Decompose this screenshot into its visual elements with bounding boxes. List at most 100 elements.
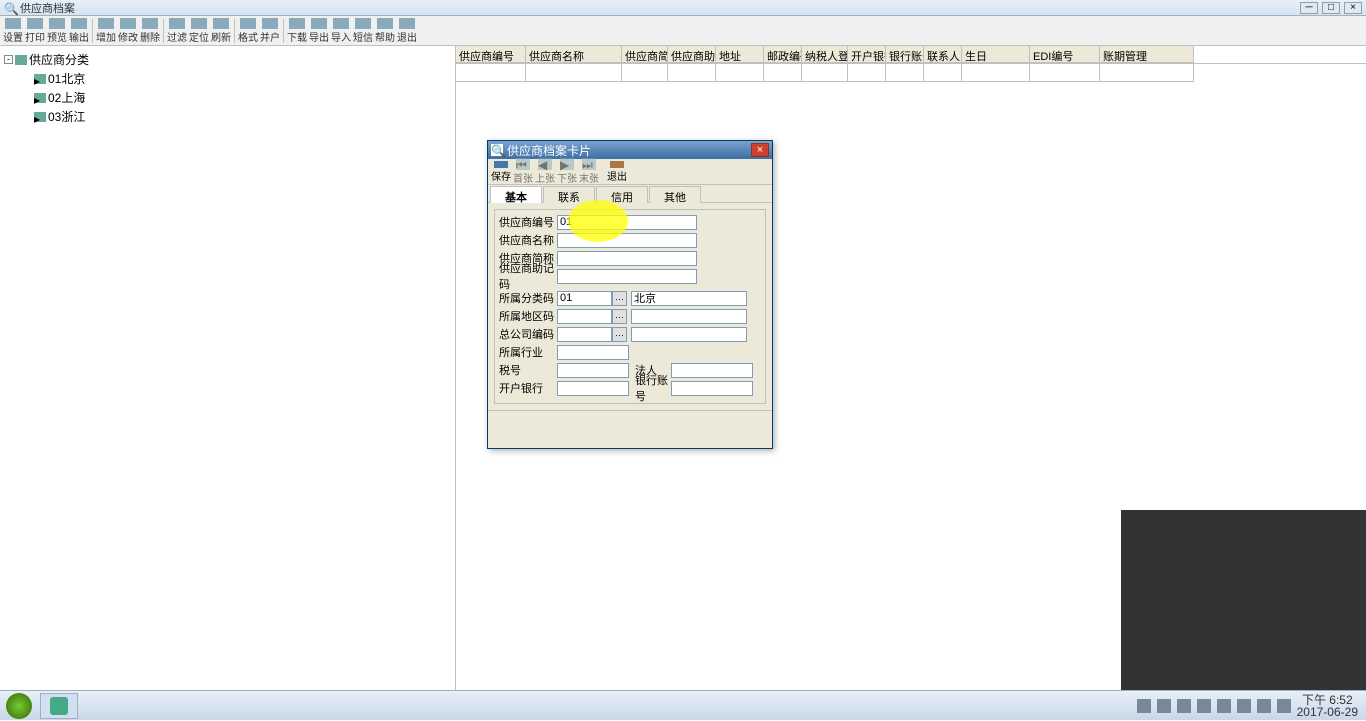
label-supplier-code: 供应商编号 bbox=[499, 214, 557, 230]
dialog-first-button: ⏮首张 bbox=[512, 160, 534, 184]
tool-format[interactable]: 格式 bbox=[237, 17, 259, 45]
input-bank[interactable] bbox=[557, 381, 629, 396]
grid-column-header[interactable]: EDI编号 bbox=[1030, 46, 1100, 63]
lookup-region-button[interactable]: … bbox=[612, 309, 627, 324]
tree-item-03[interactable]: ▸ 03浙江 bbox=[22, 107, 451, 126]
grid-column-header[interactable]: 生日 bbox=[962, 46, 1030, 63]
dialog-close-button[interactable]: × bbox=[751, 143, 769, 157]
input-supplier-short[interactable] bbox=[557, 251, 697, 266]
minimize-button[interactable]: ─ bbox=[1300, 2, 1318, 14]
tray-icon[interactable] bbox=[1177, 699, 1191, 713]
input-region-code[interactable] bbox=[557, 309, 612, 324]
grid-cell[interactable] bbox=[886, 64, 924, 82]
tree-item-01[interactable]: ▸ 01北京 bbox=[22, 69, 451, 88]
grid-cell[interactable] bbox=[924, 64, 962, 82]
grid-column-header[interactable]: 供应商助记 bbox=[668, 46, 716, 63]
tool-export[interactable]: 输出 bbox=[68, 17, 90, 45]
input-parent-code[interactable] bbox=[557, 327, 612, 342]
taskbar: 下午 6:52 2017-06-29 bbox=[0, 690, 1366, 720]
tool-refresh[interactable]: 刷新 bbox=[210, 17, 232, 45]
input-supplier-mnemonic[interactable] bbox=[557, 269, 697, 284]
grid-cell[interactable] bbox=[802, 64, 848, 82]
input-account[interactable] bbox=[671, 381, 753, 396]
taskbar-app[interactable] bbox=[40, 693, 78, 719]
tool-merge[interactable]: 并户 bbox=[259, 17, 281, 45]
grid-column-header[interactable]: 联系人 bbox=[924, 46, 962, 63]
tool-preview[interactable]: 预览 bbox=[46, 17, 68, 45]
label-account: 银行账号 bbox=[635, 372, 671, 404]
grid-cell[interactable] bbox=[1030, 64, 1100, 82]
label-category-code: 所属分类码 bbox=[499, 290, 557, 306]
grid-cell[interactable] bbox=[622, 64, 668, 82]
grid-column-header[interactable]: 银行账号 bbox=[886, 46, 924, 63]
input-supplier-code[interactable] bbox=[557, 215, 697, 230]
tray-icon[interactable] bbox=[1277, 699, 1291, 713]
grid-column-header[interactable]: 开户银行 bbox=[848, 46, 886, 63]
grid-cell[interactable] bbox=[848, 64, 886, 82]
dialog-titlebar[interactable]: 🔍 供应商档案卡片 × bbox=[488, 141, 772, 159]
dialog-toolbar: 保存 ⏮首张 ◀上张 ▶下张 ⏭末张 退出 bbox=[488, 159, 772, 185]
tray-icon[interactable] bbox=[1137, 699, 1151, 713]
tab-basic[interactable]: 基本 bbox=[490, 186, 542, 203]
tree-root[interactable]: - 供应商分类 bbox=[4, 50, 451, 69]
input-industry[interactable] bbox=[557, 345, 629, 360]
tool-out[interactable]: 导出 bbox=[308, 17, 330, 45]
tool-in[interactable]: 导入 bbox=[330, 17, 352, 45]
grid-header: 供应商编号供应商名称供应商简称供应商助记地址邮政编码纳税人登记开户银行银行账号联… bbox=[456, 46, 1366, 64]
tool-help[interactable]: 帮助 bbox=[374, 17, 396, 45]
tray-clock[interactable]: 下午 6:52 2017-06-29 bbox=[1297, 694, 1358, 718]
tray-icon[interactable] bbox=[1197, 699, 1211, 713]
input-supplier-name[interactable] bbox=[557, 233, 697, 248]
supplier-card-dialog: 🔍 供应商档案卡片 × 保存 ⏮首张 ◀上张 ▶下张 ⏭末张 退出 基本 联系 … bbox=[487, 140, 773, 449]
tool-add[interactable]: 增加 bbox=[95, 17, 117, 45]
close-button[interactable]: × bbox=[1344, 2, 1362, 14]
lookup-category-button[interactable]: … bbox=[612, 291, 627, 306]
tool-sms[interactable]: 短信 bbox=[352, 17, 374, 45]
grid-cell[interactable] bbox=[1100, 64, 1194, 82]
dialog-save-button[interactable]: 保存 bbox=[490, 160, 512, 184]
dialog-next-button: ▶下张 bbox=[556, 160, 578, 184]
tree-item-label: 02上海 bbox=[48, 89, 85, 106]
tab-other[interactable]: 其他 bbox=[649, 186, 701, 203]
tab-contact[interactable]: 联系 bbox=[543, 186, 595, 203]
tool-delete[interactable]: 删除 bbox=[139, 17, 161, 45]
grid-cell[interactable] bbox=[668, 64, 716, 82]
tray-icon[interactable] bbox=[1257, 699, 1271, 713]
grid-cell[interactable] bbox=[962, 64, 1030, 82]
tab-credit[interactable]: 信用 bbox=[596, 186, 648, 203]
tray-icon[interactable] bbox=[1237, 699, 1251, 713]
grid-cell[interactable] bbox=[764, 64, 802, 82]
app-titlebar: 🔍 供应商档案 ─ □ × bbox=[0, 0, 1366, 16]
grid-cell[interactable] bbox=[716, 64, 764, 82]
start-button[interactable] bbox=[0, 691, 38, 721]
leaf-icon: ▸ bbox=[34, 112, 46, 122]
label-industry: 所属行业 bbox=[499, 344, 557, 360]
tool-settings[interactable]: 设置 bbox=[2, 17, 24, 45]
grid-cell[interactable] bbox=[526, 64, 622, 82]
grid-cell[interactable] bbox=[456, 64, 526, 82]
grid-column-header[interactable]: 供应商名称 bbox=[526, 46, 622, 63]
dialog-last-button: ⏭末张 bbox=[578, 160, 600, 184]
tool-download[interactable]: 下载 bbox=[286, 17, 308, 45]
tray-icon[interactable] bbox=[1217, 699, 1231, 713]
maximize-button[interactable]: □ bbox=[1322, 2, 1340, 14]
input-legal[interactable] bbox=[671, 363, 753, 378]
grid-column-header[interactable]: 地址 bbox=[716, 46, 764, 63]
tree-item-02[interactable]: ▸ 02上海 bbox=[22, 88, 451, 107]
tree-toggle-icon[interactable]: - bbox=[4, 55, 13, 64]
dialog-exit-button[interactable]: 退出 bbox=[606, 160, 628, 184]
input-tax[interactable] bbox=[557, 363, 629, 378]
grid-column-header[interactable]: 供应商简称 bbox=[622, 46, 668, 63]
tray-icon[interactable] bbox=[1157, 699, 1171, 713]
tool-filter[interactable]: 过滤 bbox=[166, 17, 188, 45]
lookup-parent-button[interactable]: … bbox=[612, 327, 627, 342]
tool-exit[interactable]: 退出 bbox=[396, 17, 418, 45]
grid-column-header[interactable]: 纳税人登记 bbox=[802, 46, 848, 63]
grid-column-header[interactable]: 邮政编码 bbox=[764, 46, 802, 63]
tool-print[interactable]: 打印 bbox=[24, 17, 46, 45]
grid-column-header[interactable]: 账期管理 bbox=[1100, 46, 1194, 63]
tool-locate[interactable]: 定位 bbox=[188, 17, 210, 45]
input-category-code[interactable] bbox=[557, 291, 612, 306]
grid-column-header[interactable]: 供应商编号 bbox=[456, 46, 526, 63]
tool-edit[interactable]: 修改 bbox=[117, 17, 139, 45]
